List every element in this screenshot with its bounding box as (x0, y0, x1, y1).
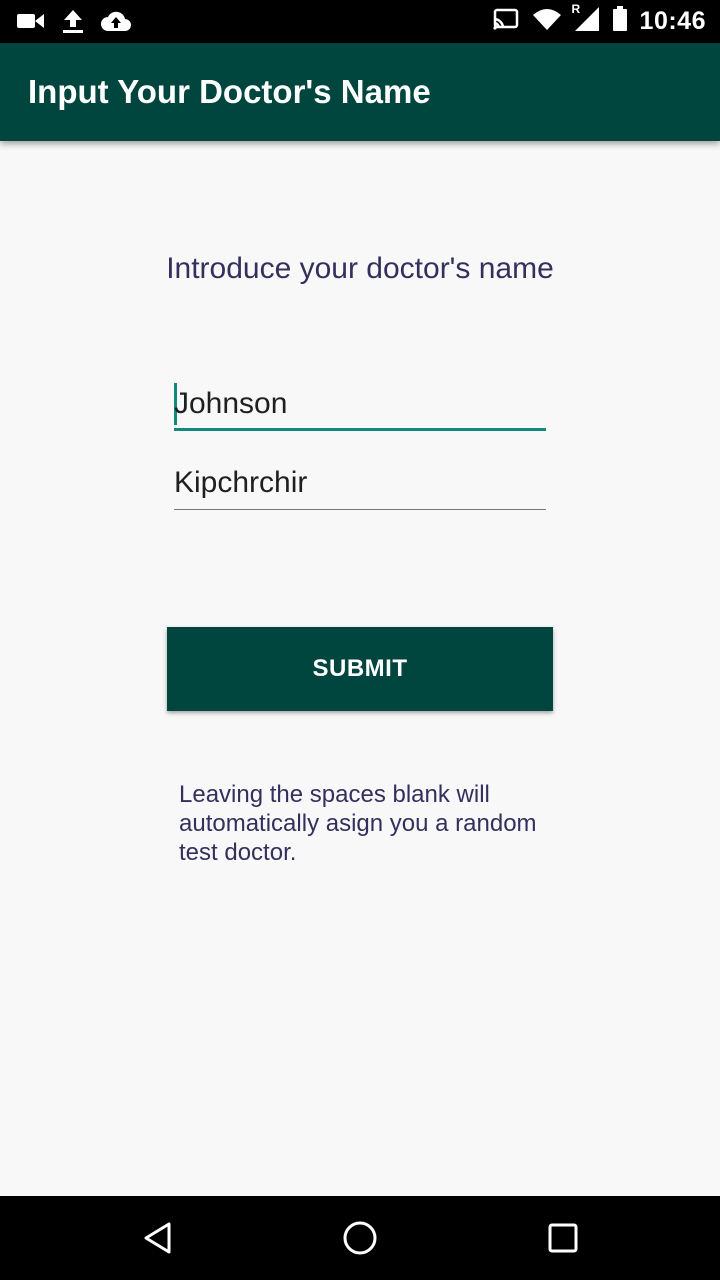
recents-icon[interactable] (543, 1218, 583, 1258)
signal-badge: R (571, 2, 581, 16)
navigation-bar (0, 1196, 720, 1280)
video-camera-icon (16, 10, 46, 37)
last-name-field[interactable]: Kipchrchir (174, 462, 546, 510)
hint-text: Leaving the spaces blank will automatica… (179, 781, 537, 866)
first-name-underline (174, 428, 546, 431)
first-name-value: Johnson (174, 387, 288, 420)
upload-icon (60, 8, 86, 39)
status-time: 10:46 (639, 7, 706, 35)
submit-button[interactable]: SUBMIT (167, 627, 553, 711)
cloud-upload-icon (100, 9, 132, 38)
last-name-value: Kipchrchir (174, 466, 308, 499)
app-bar: Input Your Doctor's Name (0, 43, 720, 141)
status-left-icons (16, 8, 132, 39)
wifi-icon (532, 7, 562, 36)
status-bar: R 10:46 (0, 0, 720, 43)
page-title: Input Your Doctor's Name (28, 73, 431, 110)
home-icon[interactable] (340, 1218, 380, 1258)
cast-icon (492, 7, 520, 36)
first-name-field[interactable]: Johnson (174, 383, 546, 431)
back-icon[interactable] (138, 1218, 178, 1258)
last-name-underline (174, 509, 546, 510)
form-prompt: Introduce your doctor's name (166, 252, 554, 285)
status-right-icons: R 10:46 (492, 2, 706, 37)
battery-icon (612, 6, 628, 37)
signal-icon: R (572, 2, 600, 37)
